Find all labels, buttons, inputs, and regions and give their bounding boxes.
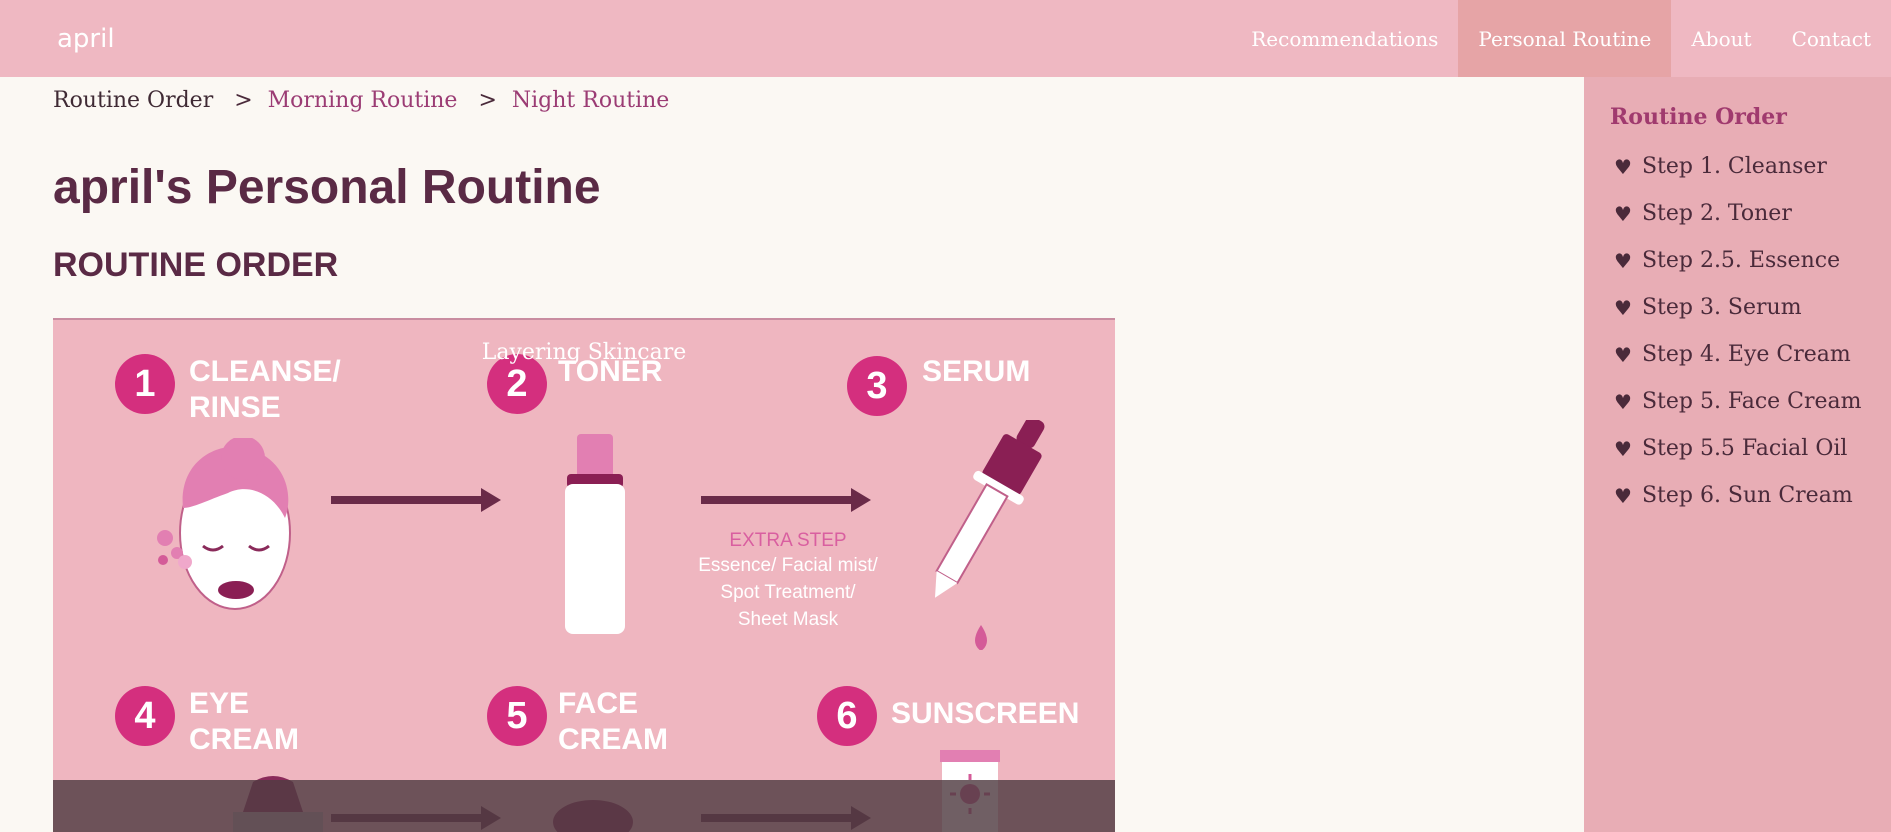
step-3-badge: 3 bbox=[847, 356, 907, 416]
breadcrumb-separator: > bbox=[478, 88, 497, 113]
sidebar-item-facial-oil[interactable]: ♥ Step 5.5 Facial Oil bbox=[1610, 425, 1891, 472]
heart-icon: ♥ bbox=[1614, 483, 1632, 508]
step-4-label: EYE CREAM bbox=[189, 687, 299, 756]
carousel-caption-bar bbox=[53, 780, 1115, 832]
arrow-right-icon bbox=[701, 488, 871, 512]
sidebar-item-label: Step 6. Sun Cream bbox=[1641, 483, 1853, 508]
sidebar-item-toner[interactable]: ♥ Step 2. Toner bbox=[1610, 190, 1891, 237]
nav-about[interactable]: About bbox=[1671, 0, 1771, 77]
routine-sidebar: Routine Order ♥ Step 1. Cleanser ♥ Step 2.… bbox=[1584, 77, 1891, 832]
extra-step-note: EXTRA STEP Essence/ Facial mist/ Spot Tr… bbox=[673, 530, 903, 633]
heart-icon: ♥ bbox=[1614, 154, 1632, 179]
step-6-label: SUNSCREEN bbox=[891, 697, 1080, 730]
nav-recommendations[interactable]: Recommendations bbox=[1231, 0, 1458, 77]
sidebar-item-cleanser[interactable]: ♥ Step 1. Cleanser bbox=[1610, 143, 1891, 190]
heart-icon: ♥ bbox=[1614, 389, 1632, 414]
sidebar-item-face-cream[interactable]: ♥ Step 5. Face Cream bbox=[1610, 378, 1891, 425]
nav-personal-routine[interactable]: Personal Routine bbox=[1458, 0, 1672, 77]
breadcrumb-morning-routine[interactable]: Morning Routine bbox=[268, 88, 458, 113]
section-title: ROUTINE ORDER bbox=[53, 246, 339, 284]
step-5-badge: 5 bbox=[487, 686, 547, 746]
heart-icon: ♥ bbox=[1614, 295, 1632, 320]
page-title: april's Personal Routine bbox=[53, 161, 601, 214]
dropper-icon bbox=[935, 420, 1045, 650]
sidebar-item-eye-cream[interactable]: ♥ Step 4. Eye Cream bbox=[1610, 331, 1891, 378]
sidebar-item-sun-cream[interactable]: ♥ Step 6. Sun Cream bbox=[1610, 472, 1891, 519]
sidebar-step-list: ♥ Step 1. Cleanser ♥ Step 2. Toner ♥ Step 2… bbox=[1610, 143, 1891, 519]
main-nav: Recommendations Personal Routine About C… bbox=[1231, 0, 1891, 77]
heart-icon: ♥ bbox=[1614, 436, 1632, 461]
extra-step-line: Spot Treatment/ bbox=[720, 582, 856, 603]
toner-bottle-icon bbox=[565, 434, 625, 634]
sidebar-item-label: Step 3. Serum bbox=[1641, 295, 1802, 320]
carousel-caption: Layering Skincare bbox=[481, 340, 687, 365]
sidebar-item-label: Step 2.5. Essence bbox=[1641, 248, 1841, 273]
step-5-label: FACE CREAM bbox=[558, 687, 668, 756]
sidebar-title[interactable]: Routine Order bbox=[1610, 104, 1891, 130]
breadcrumb: Routine Order > Morning Routine > Night … bbox=[53, 88, 669, 113]
nav-contact[interactable]: Contact bbox=[1772, 0, 1891, 77]
routine-infographic-carousel[interactable]: 1 CLEANSE/ RINSE 2 TONER EXTRA STEP Esse… bbox=[53, 318, 1115, 832]
step-4-badge: 4 bbox=[115, 686, 175, 746]
sidebar-item-essence[interactable]: ♥ Step 2.5. Essence bbox=[1610, 237, 1891, 284]
sidebar-item-label: Step 1. Cleanser bbox=[1641, 154, 1827, 179]
sidebar-item-label: Step 5. Face Cream bbox=[1641, 389, 1862, 414]
heart-icon: ♥ bbox=[1614, 201, 1632, 226]
sidebar-item-label: Step 5.5 Facial Oil bbox=[1641, 436, 1848, 461]
step-6-badge: 6 bbox=[817, 686, 877, 746]
brand-logo[interactable]: april bbox=[57, 24, 115, 54]
breadcrumb-separator: > bbox=[234, 88, 253, 113]
sidebar-item-label: Step 2. Toner bbox=[1641, 201, 1792, 226]
face-icon bbox=[157, 438, 291, 610]
sidebar-item-label: Step 4. Eye Cream bbox=[1641, 342, 1851, 367]
heart-icon: ♥ bbox=[1614, 342, 1632, 367]
top-navbar: april Recommendations Personal Routine A… bbox=[0, 0, 1891, 77]
extra-step-title: EXTRA STEP bbox=[729, 530, 847, 551]
extra-step-line: Essence/ Facial mist/ bbox=[698, 555, 878, 576]
breadcrumb-night-routine[interactable]: Night Routine bbox=[512, 88, 669, 113]
sidebar-item-serum[interactable]: ♥ Step 3. Serum bbox=[1610, 284, 1891, 331]
breadcrumb-current: Routine Order bbox=[53, 88, 214, 113]
extra-step-line: Sheet Mask bbox=[737, 609, 839, 630]
heart-icon: ♥ bbox=[1614, 248, 1632, 273]
arrow-right-icon bbox=[331, 488, 501, 512]
